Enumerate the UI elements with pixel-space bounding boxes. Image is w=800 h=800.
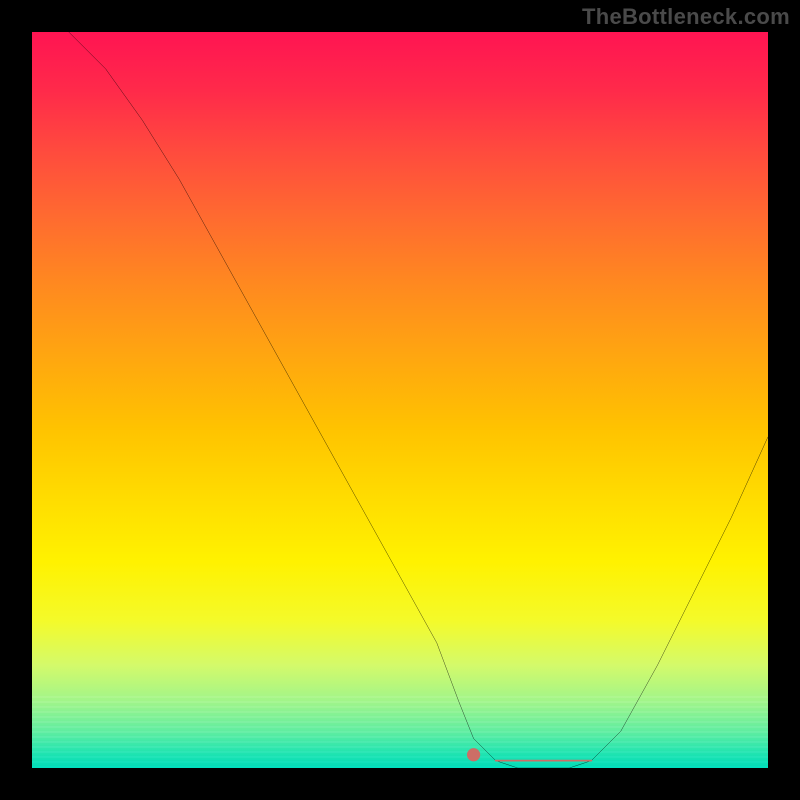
bottleneck-curve-line <box>69 32 768 768</box>
watermark-text: TheBottleneck.com <box>582 4 790 30</box>
plot-area <box>32 32 768 768</box>
highlight-cap-left <box>467 748 480 761</box>
chart-frame: TheBottleneck.com <box>0 0 800 800</box>
chart-svg <box>32 32 768 768</box>
